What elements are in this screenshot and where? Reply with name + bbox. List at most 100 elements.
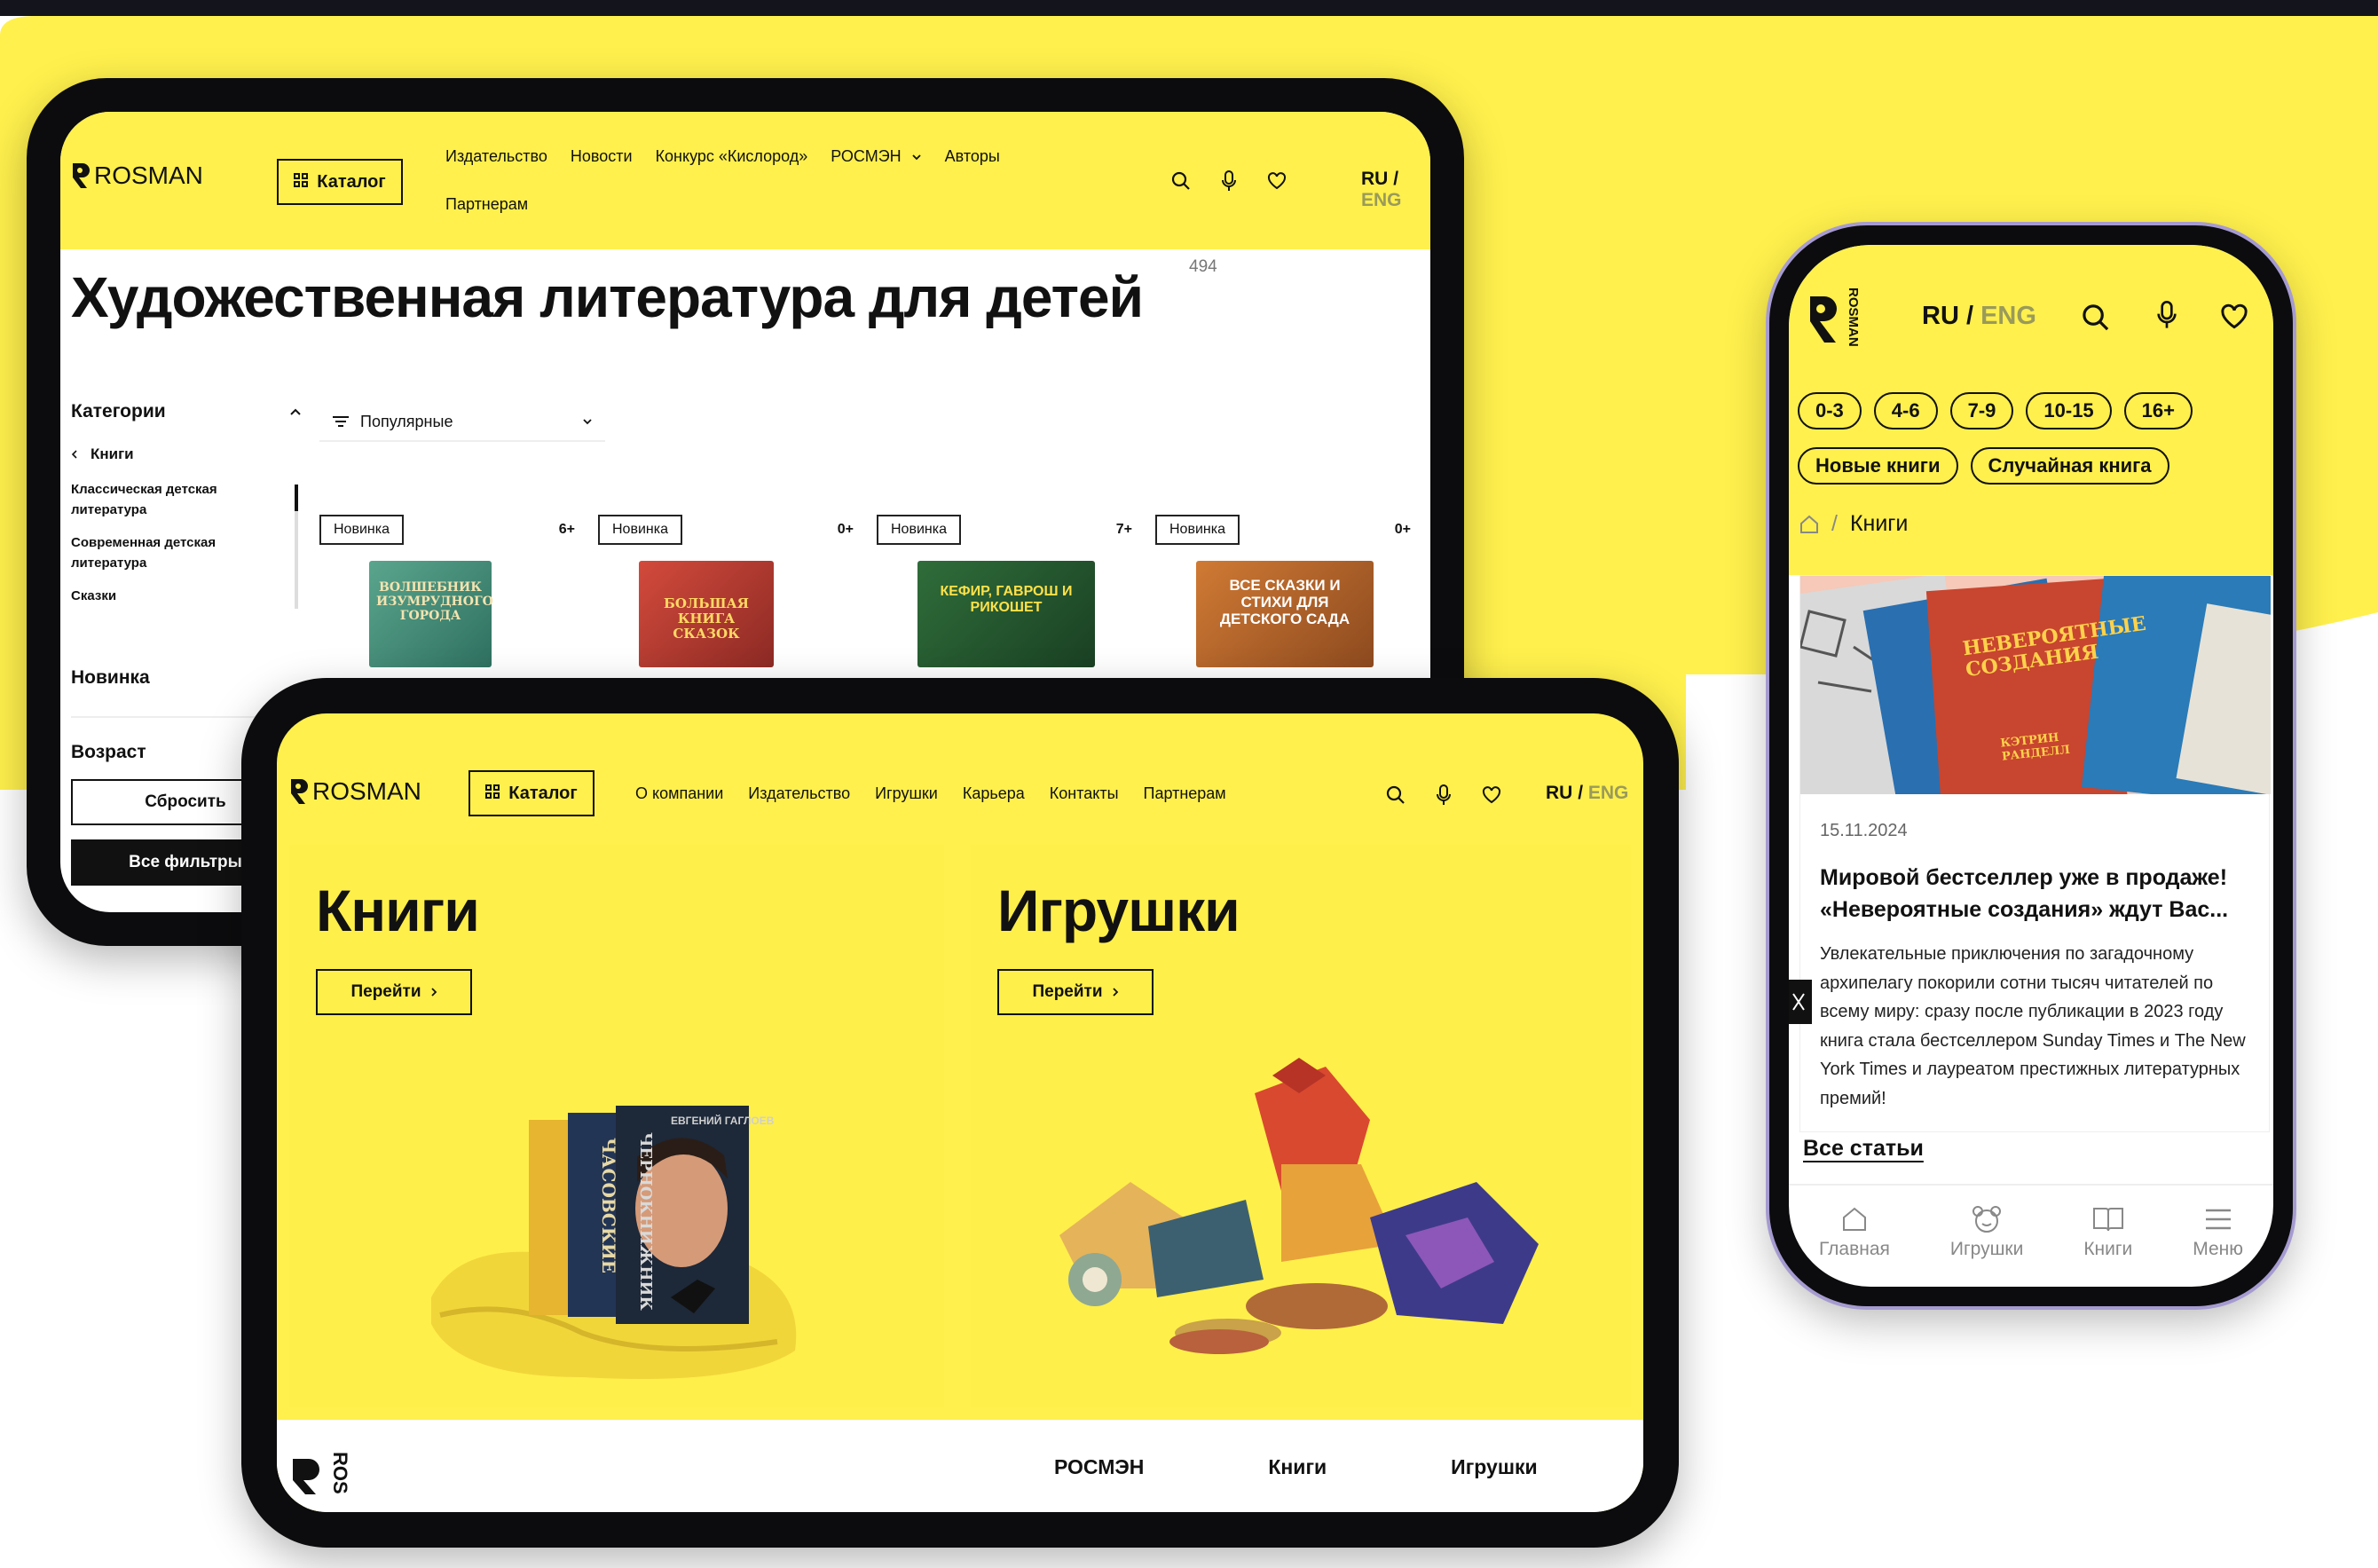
- filter-sidebar: Категории Книги Классическая детская лит…: [71, 401, 302, 762]
- tab-home[interactable]: Главная: [1819, 1205, 1890, 1287]
- spine-text: ЧАСОВСКИЕ: [598, 1138, 619, 1274]
- heart-icon[interactable]: [2220, 303, 2248, 330]
- nav-partners[interactable]: Партнерам: [445, 195, 528, 214]
- breadcrumb: / Книги: [1799, 511, 1908, 537]
- book-cover: БОЛЬШАЯ КНИГА СКАЗОК: [639, 561, 774, 667]
- search-icon[interactable]: [2082, 303, 2110, 332]
- tab-toys[interactable]: Игрушки: [1950, 1205, 2023, 1287]
- article-image: НЕВЕРОЯТНЫЕ СОЗДАНИЯ КЭТРИН РАНДЕЛЛ: [1800, 576, 2271, 794]
- nav-partners[interactable]: Партнерам: [1144, 784, 1226, 803]
- logo-text: ROSMAN: [94, 162, 203, 189]
- nav-publishing[interactable]: Издательство: [445, 147, 547, 166]
- chevron-down-icon: [912, 154, 921, 161]
- books-tile[interactable]: Книги Перейти ЧАСОВСКИЕ ЧЕРНОКНИЖНИК ЕВГ…: [289, 845, 944, 1407]
- nav-contacts[interactable]: Контакты: [1050, 784, 1119, 803]
- home-icon: [1842, 1207, 1866, 1231]
- lang-ru[interactable]: RU: [1922, 302, 1959, 330]
- nav-authors[interactable]: Авторы: [945, 147, 1000, 166]
- toys-illustration: [1033, 1040, 1565, 1377]
- age-pill[interactable]: 16+: [2123, 392, 2193, 429]
- lang-eng[interactable]: ENG: [1588, 783, 1629, 803]
- category-scrollbar[interactable]: [295, 485, 298, 609]
- category-item[interactable]: Современная детская литература: [71, 532, 240, 573]
- footer-link-rosmen[interactable]: РОСМЭН: [1054, 1455, 1144, 1479]
- categories-header[interactable]: Категории: [71, 401, 302, 422]
- product-card[interactable]: Новинка 0+ ВСЕ СКАЗКИ И СТИХИ ДЛЯ ДЕТСКО…: [1155, 515, 1421, 667]
- catalog-button[interactable]: Каталог: [469, 770, 594, 816]
- nav-publishing[interactable]: Издательство: [748, 784, 850, 803]
- header-icons: [1386, 784, 1501, 806]
- catalog-nav: Издательство Новости Конкурс «Кислород» …: [445, 147, 1000, 166]
- footer-logo[interactable]: ROS: [289, 1452, 351, 1494]
- age-pill[interactable]: 0-3: [1798, 392, 1862, 429]
- tab-toys-label: Игрушки: [1949, 1239, 2024, 1259]
- books-go-button[interactable]: Перейти: [316, 969, 472, 1015]
- filter-new[interactable]: Новинка: [71, 667, 150, 689]
- age-pill[interactable]: 4-6: [1873, 392, 1938, 429]
- page-title: Художественная литература для детей: [71, 265, 1144, 329]
- age-pill[interactable]: 7-9: [1949, 392, 2014, 429]
- footer-link-toys[interactable]: Игрушки: [1451, 1455, 1537, 1479]
- rosman-logo[interactable]: ROSMAN: [1807, 288, 1861, 351]
- category-back-item[interactable]: Книги: [71, 445, 302, 463]
- books-illustration: ЧАСОВСКИЕ ЧЕРНОКНИЖНИК ЕВГЕНИЙ ГАГЛОЕВ: [405, 1093, 831, 1395]
- search-icon[interactable]: [1171, 171, 1191, 191]
- chevron-left-icon: [71, 450, 77, 459]
- tag-pill-random-book[interactable]: Случайная книга: [1970, 447, 2169, 485]
- mail-icon[interactable]: [1789, 980, 1812, 1024]
- product-card[interactable]: Новинка 6+ ВОЛШЕБНИК ИЗУМРУДНОГО ГОРОДА: [319, 515, 586, 667]
- lang-eng[interactable]: ENG: [1980, 302, 2036, 330]
- nav-news[interactable]: Новости: [571, 147, 633, 166]
- microphone-icon[interactable]: [1221, 170, 1237, 192]
- nav-rosmen[interactable]: РОСМЭН: [831, 147, 921, 166]
- tag-pill-new-books[interactable]: Новые книги: [1798, 447, 1958, 485]
- product-badge: Новинка: [598, 515, 682, 545]
- catalog-button-label: Каталог: [317, 171, 386, 192]
- toys-tile[interactable]: Игрушки Перейти: [971, 845, 1631, 1407]
- footer-link-books[interactable]: Книги: [1268, 1455, 1327, 1479]
- rosman-logo-mark-icon: [289, 777, 311, 806]
- product-age: 0+: [837, 522, 854, 537]
- home-nav: О компании Издательство Игрушки Карьера …: [635, 784, 1226, 803]
- rosman-logo-mark-icon: [71, 162, 92, 190]
- nav-toys[interactable]: Игрушки: [875, 784, 938, 803]
- nav-contest[interactable]: Конкурс «Кислород»: [656, 147, 808, 166]
- nav-about[interactable]: О компании: [635, 784, 723, 803]
- nav-career[interactable]: Карьера: [963, 784, 1025, 803]
- language-switcher: RU / ENG: [1361, 169, 1430, 211]
- rosman-logo[interactable]: ROSMAN: [289, 777, 421, 806]
- tablet-home-screen: ROSMAN Каталог О компании Издательство И…: [277, 713, 1643, 1512]
- search-icon[interactable]: [1386, 785, 1406, 805]
- product-card[interactable]: Новинка 0+ БОЛЬШАЯ КНИГА СКАЗОК: [598, 515, 864, 667]
- lang-eng[interactable]: ENG: [1361, 190, 1402, 210]
- home-icon[interactable]: [1799, 515, 1819, 534]
- header-icons: [1171, 170, 1287, 192]
- tablet-home-device: ROSMAN Каталог О компании Издательство И…: [241, 678, 1679, 1548]
- tab-menu[interactable]: Меню: [2193, 1205, 2243, 1287]
- toys-go-button[interactable]: Перейти: [997, 969, 1154, 1015]
- heart-icon[interactable]: [1267, 172, 1287, 190]
- bottom-tab-bar: Главная Игрушки Книги Меню: [1789, 1184, 2273, 1287]
- lang-separator: /: [1393, 169, 1399, 189]
- article-card[interactable]: НЕВЕРОЯТНЫЕ СОЗДАНИЯ КЭТРИН РАНДЕЛЛ 15.1…: [1799, 575, 2271, 1132]
- chevron-up-icon: [290, 408, 301, 415]
- tab-books[interactable]: Книги: [2083, 1205, 2132, 1287]
- microphone-icon[interactable]: [2156, 300, 2177, 330]
- cover-author: ЕВГЕНИЙ ГАГЛОЕВ: [671, 1115, 775, 1127]
- sort-dropdown[interactable]: Популярные: [319, 403, 605, 442]
- category-item[interactable]: Классическая детская литература: [71, 479, 240, 520]
- rosman-logo[interactable]: ROSMAN: [71, 162, 203, 190]
- language-switcher: RU / ENG: [1546, 783, 1628, 804]
- product-card[interactable]: Новинка 7+ КЕФИР, ГАВРОШ И РИКОШЕТ: [877, 515, 1143, 667]
- lang-ru[interactable]: RU: [1361, 169, 1388, 189]
- category-item[interactable]: Сказки: [71, 586, 240, 606]
- catalog-button[interactable]: Каталог: [277, 159, 403, 205]
- all-articles-link[interactable]: Все статьи: [1803, 1136, 1924, 1162]
- heart-icon[interactable]: [1482, 786, 1501, 804]
- filter-age[interactable]: Возраст: [71, 742, 146, 763]
- microphone-icon[interactable]: [1436, 784, 1452, 806]
- books-go-label: Перейти: [350, 982, 421, 1001]
- age-pill[interactable]: 10-15: [2026, 392, 2112, 429]
- lang-ru[interactable]: RU: [1546, 783, 1572, 803]
- phone-screen: ROSMAN RU / ENG 0-3 4-6 7-9 10-15 16+ Но…: [1789, 245, 2273, 1287]
